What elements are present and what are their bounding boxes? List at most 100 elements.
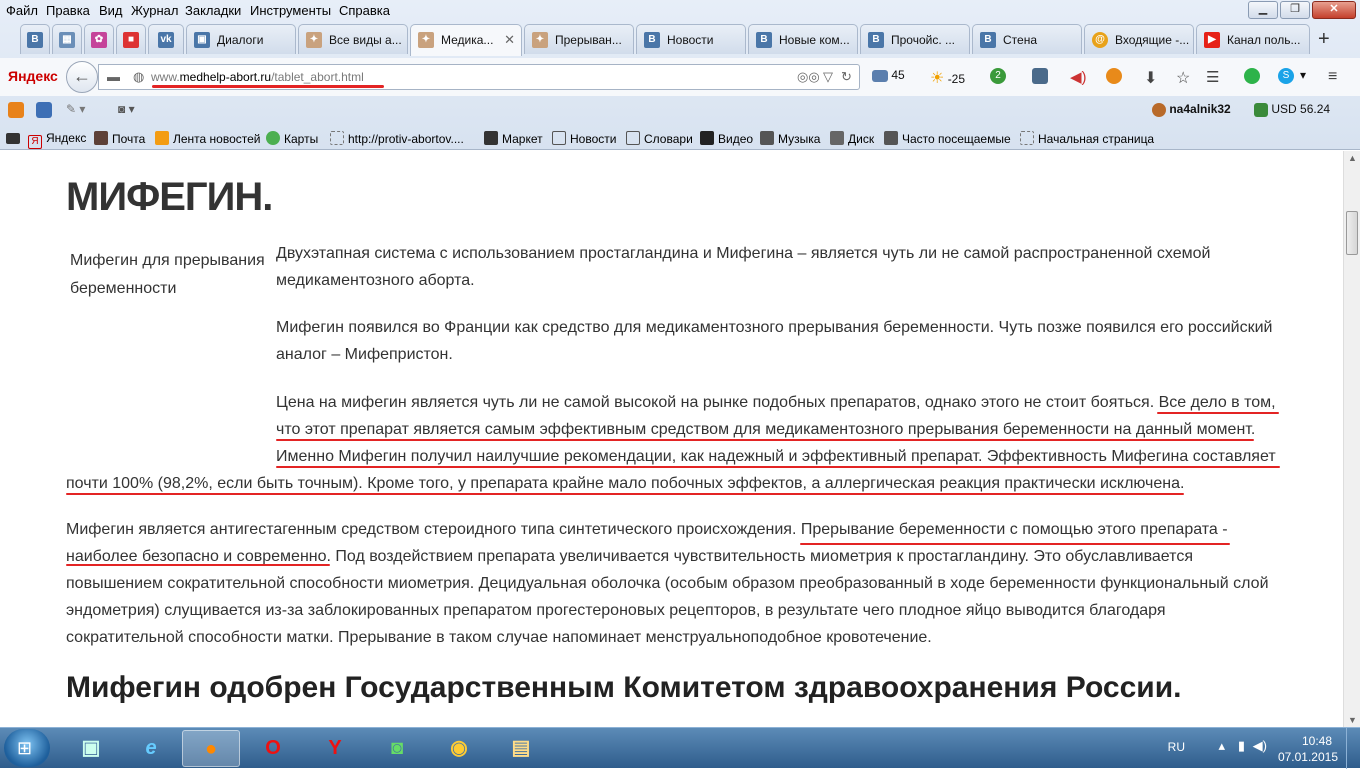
back-button[interactable]: ← — [66, 61, 98, 93]
bookmark-frequent[interactable]: Часто посещаемые — [884, 131, 1011, 146]
opera-icon: O — [265, 737, 281, 759]
tray-arrow-icon[interactable]: ▴ — [1218, 738, 1225, 754]
url-text[interactable]: www.medhelp-abort.ru/tablet_abort.html — [151, 70, 364, 84]
menu-bookmarks[interactable]: Закладки — [185, 3, 241, 18]
menu-tools[interactable]: Инструменты — [250, 3, 331, 18]
video-icon — [700, 131, 714, 145]
taskbar-app[interactable]: O — [244, 730, 302, 767]
tab-strip: В ▦ ✿ ■ vk ▣ Диалоги ✦ Все виды а... ✦ Меди… — [0, 24, 1360, 56]
paragraph-intro: Двухэтапная система с использованием про… — [276, 245, 1211, 289]
page-menu-icon[interactable]: ▬ — [107, 69, 120, 84]
print-icon[interactable] — [6, 131, 24, 145]
bookmark-dictionaries[interactable]: Словари — [626, 131, 693, 146]
maximize-button[interactable]: ❐ — [1280, 1, 1310, 19]
green-circle-icon[interactable] — [1244, 68, 1260, 84]
tab-termination[interactable]: ✦ Прерыван... — [524, 24, 634, 54]
tab-new-comments[interactable]: В Новые ком... — [748, 24, 858, 54]
tab-news[interactable]: В Новости — [636, 24, 746, 54]
minimize-button[interactable]: ▁ — [1248, 1, 1278, 19]
bookmark-market[interactable]: Маркет — [484, 131, 543, 146]
reader-icon[interactable]: ◎◎ — [797, 69, 820, 85]
scroll-thumb[interactable] — [1346, 211, 1358, 255]
scroll-down-icon[interactable]: ▼ — [1348, 715, 1357, 725]
tab-pinned-puzzle[interactable]: ✿ — [84, 24, 114, 54]
bookmark-maps[interactable]: Карты — [266, 131, 318, 146]
reload-icon[interactable]: ↻ — [841, 69, 852, 85]
tab-dialogs[interactable]: ▣ Диалоги — [186, 24, 296, 54]
addon-icon[interactable] — [36, 102, 52, 118]
taskbar-app[interactable]: ▣ — [62, 730, 120, 767]
bookmark-news[interactable]: Новости — [552, 131, 616, 146]
close-button[interactable]: ✕ — [1312, 1, 1356, 19]
bookmark-video[interactable]: Видео — [700, 131, 753, 146]
bookmark-label: Видео — [718, 132, 754, 146]
currency-widget[interactable]: USD 56.24 — [1254, 102, 1330, 117]
bookmarks-list-icon[interactable]: ☰ — [1206, 68, 1219, 86]
show-desktop-button[interactable] — [1346, 728, 1360, 769]
market-icon — [484, 131, 498, 145]
paragraph-mechanism-line4: эндометрия) слущивается из-за заблокиров… — [66, 602, 1166, 619]
pencil-icon[interactable]: ✎ ▾ — [66, 102, 85, 116]
taskbar-app[interactable]: e — [122, 730, 180, 767]
network-icon[interactable]: ▮ — [1238, 738, 1245, 754]
bookmark-home[interactable]: Начальная страница — [1020, 131, 1154, 146]
menu-edit[interactable]: Правка — [46, 3, 90, 18]
ie-icon: e — [145, 737, 157, 759]
language-indicator[interactable]: RU — [1168, 740, 1185, 754]
tab-pinned-grid[interactable]: ■ — [116, 24, 146, 54]
dropdown-icon[interactable]: ▽ — [823, 69, 833, 85]
hamburger-menu-icon[interactable]: ≡ — [1328, 68, 1337, 86]
bookmark-disk[interactable]: Диск — [830, 131, 874, 146]
sync-icon[interactable] — [1106, 68, 1122, 84]
download-icon[interactable]: ⬇ — [1144, 68, 1157, 88]
star-icon[interactable]: ☆ — [1176, 68, 1190, 88]
menu-view[interactable]: Вид — [99, 3, 123, 18]
url-underline-annotation — [152, 85, 384, 88]
skype-icon[interactable]: S — [1278, 68, 1294, 84]
bookmark-yandex[interactable]: Я Яндекс — [28, 131, 86, 149]
camera-icon[interactable]: ◙ ▾ — [118, 102, 135, 116]
taskbar-app[interactable]: Y — [306, 730, 364, 767]
bookmark-mail[interactable]: Почта — [94, 131, 145, 146]
clock-date[interactable]: 07.01.2015 — [1278, 750, 1338, 764]
start-button[interactable]: ⊞ — [4, 729, 50, 767]
tab-pinned-vk[interactable]: В — [20, 24, 50, 54]
volume-icon[interactable]: ◀) — [1253, 738, 1267, 754]
p-icon[interactable] — [1032, 68, 1048, 84]
tab-medication[interactable]: ✦ Медика... ✕ — [410, 24, 522, 56]
tab-youtube-channel[interactable]: ▶ Канал поль... — [1196, 24, 1310, 54]
username: na4alnik32 — [1169, 102, 1231, 116]
tab-pinned-vk2[interactable]: vk — [148, 24, 184, 54]
mail-icon[interactable]: 45 — [872, 68, 905, 82]
menu-help[interactable]: Справка — [339, 3, 390, 18]
tab-all-types[interactable]: ✦ Все виды а... — [298, 24, 408, 54]
bookmark-protiv-abortov[interactable]: http://protiv-abortov.... — [330, 131, 464, 146]
new-tab-button[interactable]: + — [1318, 28, 1330, 51]
tab-wall[interactable]: В Стена — [972, 24, 1082, 54]
bookmark-news-feed[interactable]: Лента новостей — [155, 131, 261, 146]
taskbar-app-active[interactable]: ● — [182, 730, 240, 767]
dictionary-icon — [626, 131, 640, 145]
addon-icon[interactable] — [8, 102, 24, 118]
clock-time[interactable]: 10:48 — [1302, 734, 1332, 748]
taskbar-app[interactable]: ◉ — [430, 730, 488, 767]
mail-icon — [94, 131, 108, 145]
taskbar-app[interactable]: ▤ — [492, 730, 550, 767]
scroll-up-icon[interactable]: ▲ — [1348, 153, 1357, 163]
vertical-scrollbar[interactable]: ▲ ▼ — [1343, 151, 1360, 727]
yandex-logo[interactable]: Яндекс — [8, 68, 58, 84]
bookmark-music[interactable]: Музыка — [760, 131, 820, 146]
skype-dropdown-icon[interactable]: ▾ — [1300, 68, 1306, 82]
tab-pinned-image[interactable]: ▦ — [52, 24, 82, 54]
maps-icon — [266, 131, 280, 145]
sound-icon[interactable]: ◀) — [1070, 68, 1087, 86]
tab-inbox[interactable]: @ Входящие -... — [1084, 24, 1194, 54]
taskbar-app[interactable]: ◙ — [368, 730, 426, 767]
tab-prochoice[interactable]: В Прочойс. ... — [860, 24, 970, 54]
user-avatar[interactable]: na4alnik32 — [1152, 102, 1231, 117]
weather-icon[interactable]: ☀ -25 — [930, 68, 965, 88]
close-tab-icon[interactable]: ✕ — [504, 32, 515, 48]
menu-history[interactable]: Журнал — [131, 3, 178, 18]
menu-file[interactable]: Файл — [6, 3, 38, 18]
badge-icon[interactable]: 2 — [990, 68, 1006, 84]
